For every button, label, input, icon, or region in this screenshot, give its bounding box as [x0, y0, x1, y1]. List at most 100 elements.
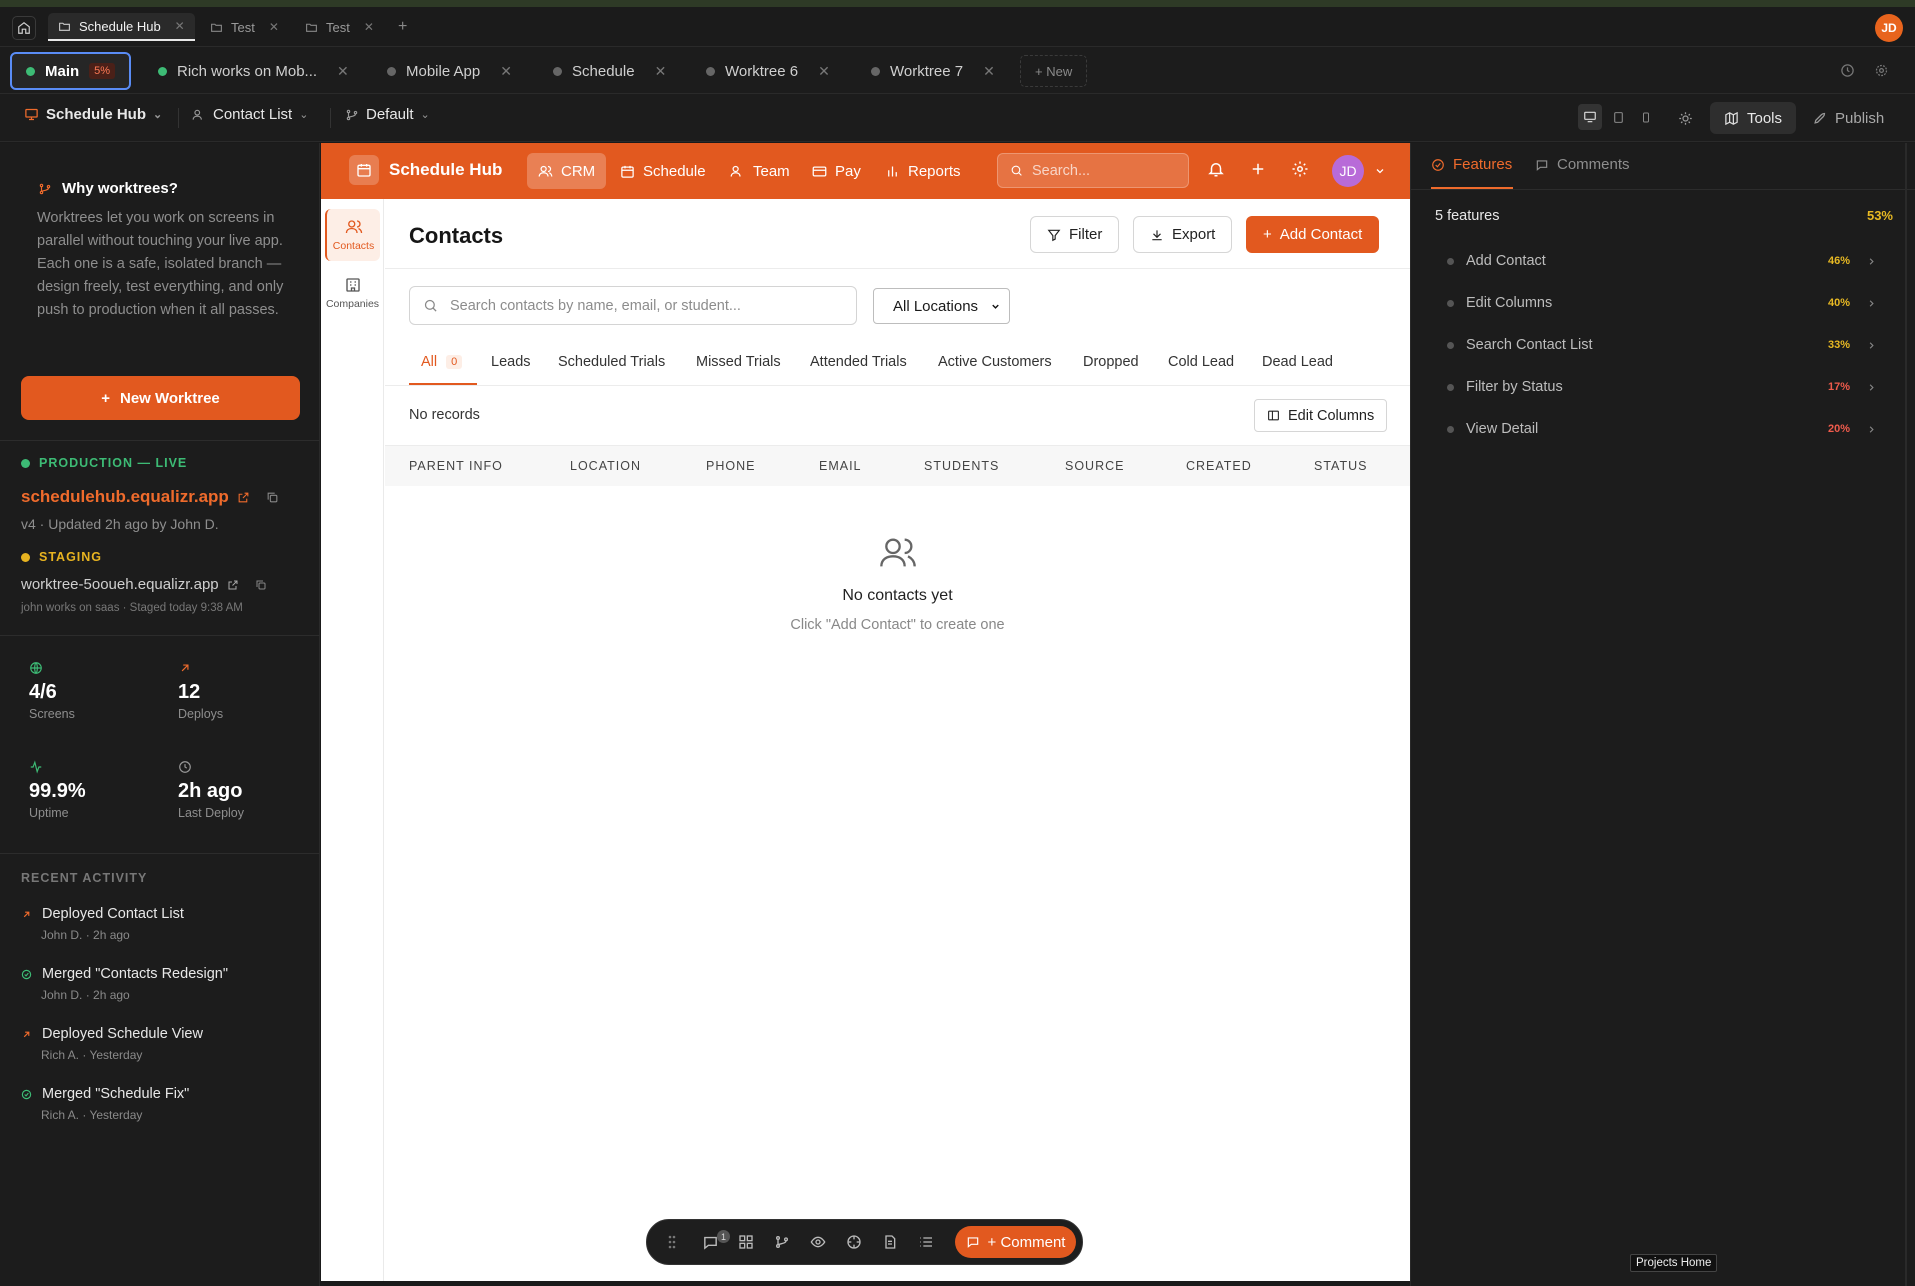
nav-pay[interactable]: Pay [801, 153, 872, 189]
window-tab-test-1[interactable]: Test ✕ [200, 13, 289, 41]
app-search-input[interactable]: Search... [997, 153, 1189, 188]
new-tab-button[interactable]: + [388, 13, 417, 41]
copy-icon[interactable] [255, 579, 267, 591]
tab-attended-trials[interactable]: Attended Trials [810, 354, 907, 370]
column-header[interactable]: SOURCE [1065, 459, 1124, 473]
column-header[interactable]: CREATED [1186, 459, 1252, 473]
tablet-view-button[interactable] [1606, 104, 1630, 130]
tab-leads[interactable]: Leads [491, 354, 531, 370]
desktop-view-button[interactable] [1578, 104, 1602, 130]
external-link-icon[interactable] [227, 579, 239, 591]
check-circle-icon [1432, 158, 1444, 171]
feature-row[interactable]: Filter by Status 17% [1447, 376, 1877, 398]
close-icon[interactable]: ✕ [337, 63, 349, 80]
grid-icon[interactable] [738, 1234, 754, 1250]
drag-handle-icon[interactable] [667, 1234, 677, 1250]
production-url-text[interactable]: schedulehub.equalizr.app [21, 487, 229, 507]
scrollbar[interactable] [1905, 143, 1907, 1286]
column-header[interactable]: PHONE [706, 459, 755, 473]
column-header[interactable]: STUDENTS [924, 459, 999, 473]
tab-all[interactable]: All 0 [421, 354, 463, 370]
sidenav-contacts[interactable]: Contacts [325, 209, 380, 261]
settings-icon[interactable] [1874, 63, 1889, 78]
activity-item[interactable]: Deployed Contact List John D. · 2h ago [21, 906, 301, 942]
crosshair-icon[interactable] [846, 1234, 862, 1250]
list-icon[interactable] [918, 1234, 934, 1250]
external-link-icon[interactable] [237, 491, 250, 504]
feature-row[interactable]: View Detail 20% [1447, 418, 1877, 440]
close-icon[interactable]: ✕ [364, 20, 374, 34]
user-avatar[interactable]: JD [1875, 14, 1903, 42]
feature-row[interactable]: Edit Columns 40% [1447, 292, 1877, 314]
tab-comments[interactable]: Comments [1535, 156, 1630, 173]
bell-icon[interactable] [1207, 160, 1225, 178]
column-header[interactable]: LOCATION [570, 459, 641, 473]
close-icon[interactable]: ✕ [269, 20, 279, 34]
document-icon[interactable] [882, 1234, 898, 1250]
gear-icon[interactable] [1291, 160, 1309, 178]
activity-item[interactable]: Deployed Schedule View Rich A. · Yesterd… [21, 1026, 301, 1062]
publish-button[interactable]: Publish [1808, 102, 1888, 134]
close-icon[interactable]: ✕ [500, 63, 512, 80]
worktree-tab-7[interactable]: Worktree 7 ✕ [855, 52, 1011, 90]
nav-team[interactable]: Team [719, 153, 801, 189]
new-worktree-button[interactable]: + New Worktree [21, 376, 300, 420]
close-icon[interactable]: ✕ [655, 63, 667, 80]
worktree-tab-rich[interactable]: Rich works on Mob... ✕ [142, 52, 365, 90]
activity-item[interactable]: Merged "Schedule Fix" Rich A. · Yesterda… [21, 1086, 301, 1122]
chevron-down-icon: ⌄ [420, 109, 430, 121]
history-icon[interactable] [1840, 63, 1855, 78]
filter-button[interactable]: Filter [1030, 216, 1120, 253]
tab-features[interactable]: Features [1431, 156, 1512, 173]
branch-selector[interactable]: Default ⌄ [345, 106, 430, 123]
tab-active-customers[interactable]: Active Customers [938, 354, 1052, 370]
new-worktree-tab-button[interactable]: + New [1020, 55, 1088, 87]
app-user-avatar[interactable]: JD [1332, 155, 1364, 187]
project-selector[interactable]: Schedule Hub ⌄ [24, 106, 162, 123]
location-select[interactable]: All Locations [873, 288, 1010, 324]
app-brand[interactable]: Schedule Hub [349, 155, 502, 185]
screen-selector[interactable]: Contact List ⌄ [192, 106, 308, 123]
tools-button[interactable]: Tools [1710, 102, 1797, 134]
git-branch-icon[interactable] [774, 1234, 790, 1250]
staging-url-text[interactable]: worktree-5ooueh.equalizr.app [21, 576, 219, 593]
feature-row[interactable]: Add Contact 46% [1447, 250, 1877, 272]
tab-dropped[interactable]: Dropped [1083, 354, 1139, 370]
feature-row[interactable]: Search Contact List 33% [1447, 334, 1877, 356]
close-icon[interactable]: ✕ [818, 63, 830, 80]
tab-cold-lead[interactable]: Cold Lead [1168, 354, 1234, 370]
tab-missed-trials[interactable]: Missed Trials [696, 354, 781, 370]
nav-crm[interactable]: CRM [527, 153, 607, 189]
column-header[interactable]: PARENT INFO [409, 459, 503, 473]
chevron-down-icon[interactable] [1374, 165, 1386, 177]
mobile-view-button[interactable] [1634, 104, 1658, 130]
copy-icon[interactable] [266, 491, 279, 504]
sun-icon[interactable] [1678, 111, 1693, 126]
column-header[interactable]: EMAIL [819, 459, 862, 473]
worktree-tab-main[interactable]: Main 5% [10, 52, 132, 90]
window-tab-test-2[interactable]: Test ✕ [295, 13, 384, 41]
window-tab-schedule-hub[interactable]: Schedule Hub ✕ [48, 13, 195, 41]
plus-icon[interactable] [1249, 160, 1267, 178]
worktree-tab-6[interactable]: Worktree 6 ✕ [690, 52, 846, 90]
add-comment-button[interactable]: + Comment [955, 1226, 1076, 1258]
tab-scheduled-trials[interactable]: Scheduled Trials [558, 354, 665, 370]
nav-schedule[interactable]: Schedule [609, 153, 717, 189]
worktree-tab-mobile-app[interactable]: Mobile App ✕ [371, 52, 528, 90]
staging-url[interactable]: worktree-5ooueh.equalizr.app [21, 576, 267, 593]
sidenav-companies[interactable]: Companies [325, 267, 380, 319]
tab-dead-lead[interactable]: Dead Lead [1262, 354, 1333, 370]
export-button[interactable]: Export [1133, 216, 1233, 253]
home-button[interactable] [12, 16, 36, 40]
contact-search-input[interactable]: Search contacts by name, email, or stude… [409, 286, 857, 325]
close-icon[interactable]: ✕ [175, 19, 185, 33]
close-icon[interactable]: ✕ [983, 63, 995, 80]
column-header[interactable]: STATUS [1314, 459, 1367, 473]
production-url[interactable]: schedulehub.equalizr.app [21, 487, 279, 507]
activity-item[interactable]: Merged "Contacts Redesign" John D. · 2h … [21, 966, 301, 1002]
edit-columns-button[interactable]: Edit Columns [1254, 399, 1388, 432]
worktree-tab-schedule[interactable]: Schedule ✕ [537, 52, 682, 90]
nav-reports[interactable]: Reports [874, 153, 972, 189]
add-contact-button[interactable]: + Add Contact [1246, 216, 1380, 253]
eye-icon[interactable] [810, 1234, 826, 1250]
